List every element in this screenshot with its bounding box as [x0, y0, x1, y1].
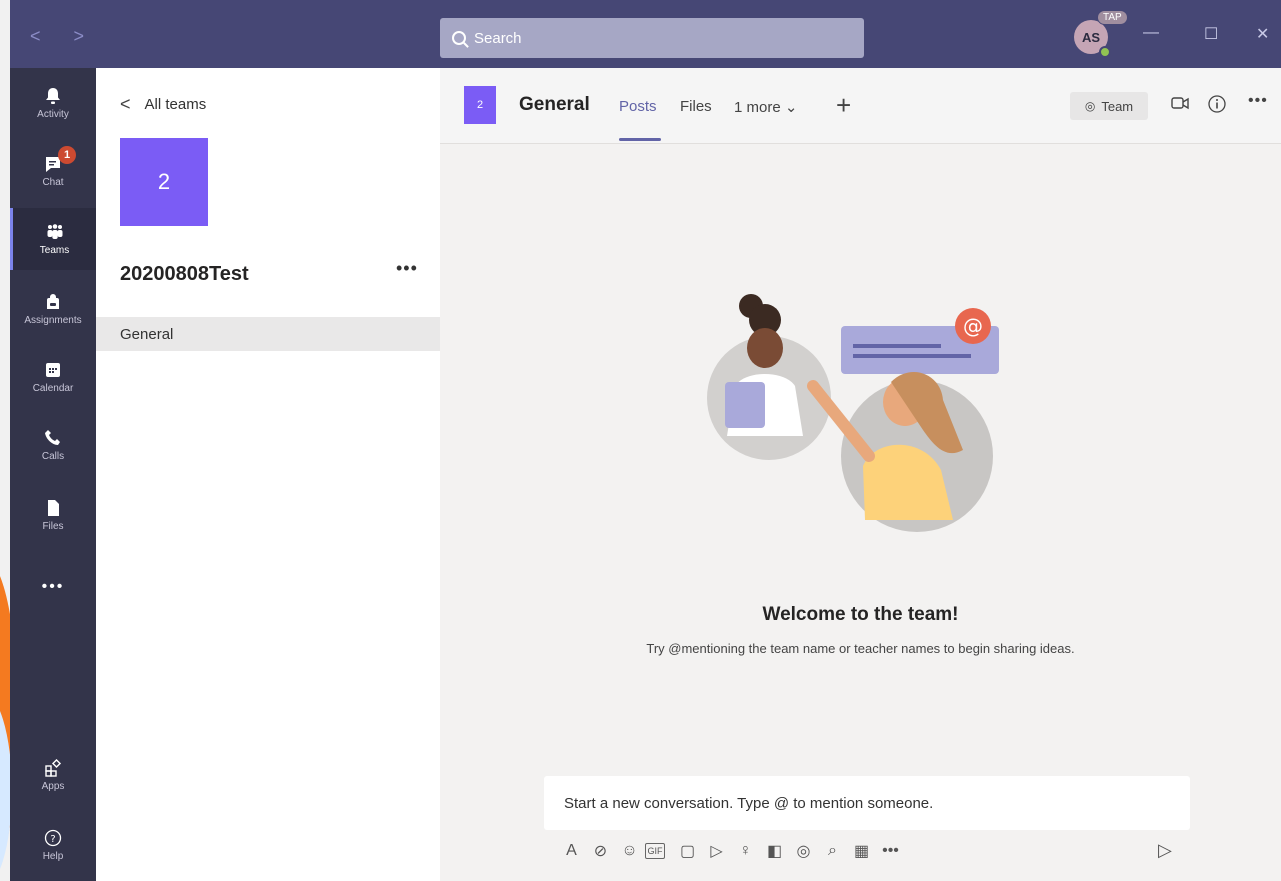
channel-team-tile: 2 [464, 86, 496, 124]
eye-icon: ◎ [1084, 99, 1096, 113]
teams-icon [47, 223, 62, 239]
format-icon[interactable]: A [558, 840, 585, 862]
minimize-button[interactable]: — [1143, 24, 1159, 42]
rail-label: Help [42, 850, 64, 862]
team-button-label: Team [1101, 98, 1134, 114]
rail-item-files[interactable]: Files [10, 484, 96, 546]
team-avatar-tile: 2 [120, 138, 208, 226]
svg-text:?: ? [50, 834, 55, 845]
welcome-illustration: @ [707, 294, 999, 532]
rail-label: Apps [41, 780, 65, 792]
avatar-initials: AS [1081, 29, 1101, 45]
more-compose-icon[interactable]: ••• [877, 840, 904, 862]
channel-team-tile-text: 2 [476, 99, 484, 111]
sticker-icon[interactable]: ▢ [674, 840, 701, 862]
search-placeholder: Search [474, 29, 522, 47]
history-nav-arrows[interactable]: < > [30, 26, 98, 47]
maximize-button[interactable]: ☐ [1204, 24, 1218, 44]
welcome-title: Welcome to the team! [762, 604, 959, 625]
welcome-subtitle: Try @mentioning the team name or teacher… [646, 641, 1075, 656]
bell-icon [46, 87, 60, 104]
more-apps-button[interactable]: ••• [10, 556, 96, 618]
loop-icon[interactable]: ◎ [790, 840, 817, 862]
calendar-icon [46, 362, 60, 377]
rail-item-teams[interactable]: Teams [10, 208, 96, 270]
tab-files[interactable]: Files [680, 98, 712, 115]
rail-item-apps[interactable]: Apps [10, 744, 96, 806]
rail-label: Calendar [32, 382, 74, 394]
rail-label: Assignments [24, 314, 82, 326]
team-visibility-button[interactable]: ◎ Team [1070, 92, 1148, 120]
meet-now-icon[interactable] [1170, 95, 1190, 113]
tap-badge: TAP [1097, 10, 1128, 25]
emoji-icon[interactable]: ☺ [616, 840, 643, 862]
all-teams-back-link[interactable]: < All teams [120, 94, 206, 115]
channel-title: General [519, 94, 590, 115]
channel-main: 2 General Posts Files 1 more ⌄ + ◎ Team … [440, 68, 1281, 881]
meet-icon[interactable]: ▷ [703, 840, 730, 862]
team-panel: < All teams 2 20200808Test ••• General [96, 68, 440, 881]
rail-item-chat[interactable]: Chat 1 [10, 140, 96, 202]
chevron-left-icon: < [120, 94, 131, 114]
file-icon [48, 499, 59, 516]
team-more-options-button[interactable]: ••• [396, 258, 418, 279]
rail-label: Files [42, 520, 64, 532]
rail-item-calls[interactable]: Calls [10, 414, 96, 476]
team-name: 20200808Test [120, 263, 249, 285]
title-bar: < > Search AS TAP — ☐ ✕ [10, 0, 1281, 68]
attach-icon[interactable]: ⊘ [587, 840, 614, 862]
praise-icon[interactable]: ♀ [732, 840, 759, 862]
chevron-down-icon: ⌄ [784, 99, 798, 116]
rail-item-assignments[interactable]: Assignments [10, 278, 96, 340]
active-tab-indicator [619, 138, 661, 141]
approvals-icon[interactable]: ⌕ [819, 840, 846, 862]
tab-posts[interactable]: Posts [619, 98, 657, 115]
rail-label: Chat [42, 176, 64, 188]
teams-app: < > Search AS TAP — ☐ ✕ Activity Chat 1 … [0, 0, 1281, 881]
backpack-icon [47, 293, 59, 309]
tab-more-label: 1 more [734, 99, 781, 116]
add-tab-button[interactable]: + [836, 90, 851, 121]
compose-placeholder: Start a new conversation. Type @ to ment… [564, 794, 934, 812]
new-conversation-input[interactable]: Start a new conversation. Type @ to ment… [544, 776, 1190, 830]
rail-item-calendar[interactable]: Calendar [10, 346, 96, 408]
send-icon[interactable]: ▷ [1158, 840, 1172, 861]
channel-label: General [120, 325, 174, 343]
app-rail: Activity Chat 1 Teams Assignments Calend… [10, 68, 96, 881]
search-input[interactable]: Search [440, 18, 864, 58]
rail-item-activity[interactable]: Activity [10, 72, 96, 134]
forms-icon[interactable]: ▦ [848, 840, 875, 862]
rail-item-help[interactable]: ? Help [10, 814, 96, 876]
help-icon: ? [44, 829, 62, 846]
desktop-background [0, 0, 18, 881]
planner-icon[interactable]: ◧ [761, 840, 788, 862]
gif-icon[interactable]: GIF [645, 843, 665, 859]
channel-header: 2 General Posts Files 1 more ⌄ + ◎ Team … [440, 68, 1281, 144]
close-button[interactable]: ✕ [1256, 24, 1269, 44]
presence-available-icon [1099, 46, 1111, 58]
search-icon [452, 31, 466, 45]
more-icon: ••• [41, 578, 65, 595]
channel-item-general[interactable]: General [96, 317, 440, 351]
info-icon[interactable] [1207, 94, 1227, 114]
svg-text:@: @ [963, 314, 983, 338]
more-options-icon[interactable]: ••• [1248, 92, 1268, 110]
tab-more[interactable]: 1 more ⌄ [734, 98, 797, 116]
rail-label: Teams [39, 244, 70, 256]
compose-toolbar: A ⊘ ☺ GIF ▢ ▷ ♀ ◧ ◎ ⌕ ▦ ••• [558, 838, 906, 864]
rail-label: Calls [41, 450, 65, 462]
team-avatar-text: 2 [157, 169, 171, 194]
rail-label: Activity [37, 108, 69, 120]
apps-icon [45, 758, 62, 777]
all-teams-label: All teams [144, 96, 207, 113]
phone-icon [45, 429, 60, 445]
unread-badge: 1 [58, 146, 76, 164]
